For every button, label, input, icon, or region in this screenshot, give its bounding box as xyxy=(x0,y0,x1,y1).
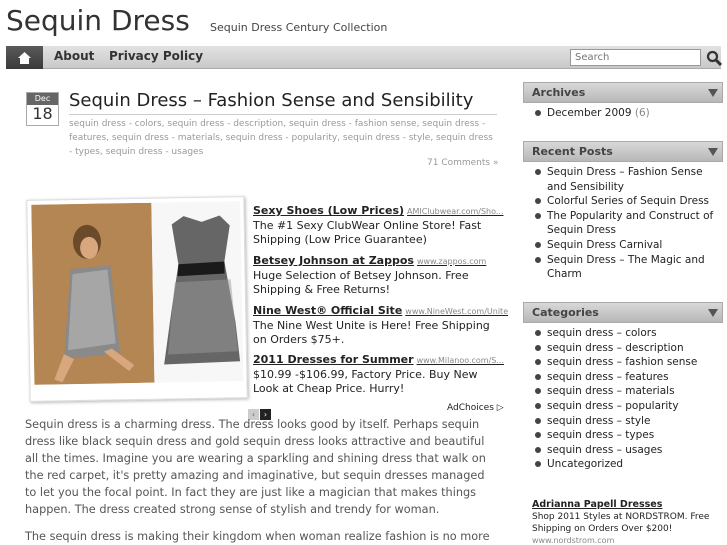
post-paragraph: Sequin dress is a charming dress. The dr… xyxy=(25,418,486,516)
ad-text: $10.99 -$106.99, Factory Price. Buy New … xyxy=(253,368,478,395)
adchoices-link[interactable]: AdChoices ▷ xyxy=(447,403,504,413)
archives-widget-header[interactable]: Archives xyxy=(523,82,723,103)
ad-title-link[interactable]: 2011 Dresses for Summer www.Milanoo.com/S… xyxy=(253,353,504,366)
site-header: Sequin Dress Sequin Dress Century Collec… xyxy=(0,0,727,46)
chevron-down-icon[interactable] xyxy=(708,148,718,156)
recent-post-item[interactable]: The Popularity and Construct of Sequin D… xyxy=(535,209,720,238)
recent-post-item[interactable]: Sequin Dress – Fashion Sense and Sensibi… xyxy=(535,165,720,194)
ad-title[interactable]: Nine West® Official Site xyxy=(253,304,402,317)
site-description: Sequin Dress Century Collection xyxy=(210,21,388,34)
category-item[interactable]: Uncategorized xyxy=(535,457,720,472)
site-title[interactable]: Sequin Dress xyxy=(6,4,190,37)
chevron-down-icon[interactable] xyxy=(708,309,718,317)
recent-post-item[interactable]: Sequin Dress Carnival xyxy=(535,238,720,253)
post-date-day: 18 xyxy=(32,104,53,123)
title-divider xyxy=(69,114,497,115)
ad-text: Huge Selection of Betsey Johnson. Free S… xyxy=(253,269,469,296)
ad-unit[interactable]: 2011 Dresses for Summer www.Milanoo.com/S… xyxy=(253,353,504,396)
archive-item[interactable]: December 2009 (6) xyxy=(535,106,720,121)
search-icon[interactable] xyxy=(706,50,722,66)
sidebar-ad-url[interactable]: www.nordstrom.com xyxy=(532,536,722,545)
recent-post-item[interactable]: Colorful Series of Sequin Dress xyxy=(535,194,720,209)
category-item[interactable]: sequin dress – types xyxy=(535,428,720,443)
ad-title-link[interactable]: Sexy Shoes (Low Prices) AMIClubwear.com/S… xyxy=(253,204,504,217)
ad-unit[interactable]: Nine West® Official Site www.NineWest.com… xyxy=(253,304,508,347)
ad-title-link[interactable]: Betsey Johnson at Zappos www.zappos.com xyxy=(253,254,498,267)
nav-bar: About Privacy Policy xyxy=(6,46,722,69)
ad-url[interactable]: www.NineWest.com/Unite xyxy=(405,307,508,316)
sidebar-ad[interactable]: Adrianna Papell Dresses Shop 2011 Styles… xyxy=(532,499,722,545)
post-title[interactable]: Sequin Dress – Fashion Sense and Sensibi… xyxy=(69,90,473,111)
ad-text: The Nine West Unite is Here! Free Shippi… xyxy=(253,319,490,346)
category-item[interactable]: sequin dress – colors xyxy=(535,326,720,341)
ad-url[interactable]: www.Milanoo.com/S... xyxy=(417,356,504,365)
ad-url[interactable]: AMIClubwear.com/Sho... xyxy=(407,207,503,216)
category-item[interactable]: sequin dress – materials xyxy=(535,384,720,399)
archives-list: December 2009 (6) xyxy=(535,106,720,121)
post-date-badge: Dec 18 xyxy=(26,92,59,126)
categories-list: sequin dress – colors sequin dress – des… xyxy=(535,326,720,472)
category-item[interactable]: sequin dress – style xyxy=(535,414,720,429)
recent-posts-title: Recent Posts xyxy=(532,145,613,158)
post-paragraph: The sequin dress is making their kingdom… xyxy=(25,530,490,543)
category-item[interactable]: sequin dress – features xyxy=(535,370,720,385)
ad-unit[interactable]: Betsey Johnson at Zappos www.zappos.com H… xyxy=(253,254,498,297)
recent-post-item[interactable]: Sequin Dress – The Magic and Charm xyxy=(535,253,720,282)
category-item[interactable]: sequin dress – popularity xyxy=(535,399,720,414)
recent-posts-widget-header[interactable]: Recent Posts xyxy=(523,141,723,162)
recent-posts-list: Sequin Dress – Fashion Sense and Sensibi… xyxy=(535,165,720,282)
nav-about-link[interactable]: About xyxy=(54,49,94,63)
archives-title: Archives xyxy=(532,86,586,99)
ad-title[interactable]: Betsey Johnson at Zappos xyxy=(253,254,414,267)
ad-url[interactable]: www.zappos.com xyxy=(417,257,486,266)
post-photo-frame xyxy=(26,196,248,402)
category-item[interactable]: sequin dress – fashion sense xyxy=(535,355,720,370)
search-input[interactable] xyxy=(570,49,701,66)
sidebar-ad-text: Shop 2011 Styles at NORDSTROM. Free Ship… xyxy=(532,512,710,534)
sidebar-ad-title[interactable]: Adrianna Papell Dresses xyxy=(532,499,722,510)
post-tags-line1[interactable]: sequin dress - colors, sequin dress - de… xyxy=(69,117,497,131)
home-button[interactable] xyxy=(6,46,43,69)
category-item[interactable]: sequin dress – description xyxy=(535,341,720,356)
ad-title-link[interactable]: Nine West® Official Site www.NineWest.com… xyxy=(253,304,508,317)
comments-link[interactable]: 71 Comments » xyxy=(427,158,498,168)
archive-label[interactable]: December 2009 xyxy=(547,107,632,119)
ad-title[interactable]: Sexy Shoes (Low Prices) xyxy=(253,204,404,217)
categories-widget-header[interactable]: Categories xyxy=(523,302,723,323)
ad-title[interactable]: 2011 Dresses for Summer xyxy=(253,353,414,366)
chevron-down-icon[interactable] xyxy=(708,89,718,97)
sequin-dress-photo xyxy=(31,201,244,385)
archive-count: (6) xyxy=(634,107,650,119)
nav-privacy-link[interactable]: Privacy Policy xyxy=(109,49,203,63)
category-item[interactable]: sequin dress – usages xyxy=(535,443,720,458)
post-tags-line2[interactable]: features, sequin dress - materials, sequ… xyxy=(69,131,497,159)
home-icon xyxy=(18,51,31,64)
categories-title: Categories xyxy=(532,306,599,319)
ad-text: The #1 Sexy ClubWear Online Store! Fast … xyxy=(253,219,482,246)
dress-illustration xyxy=(31,201,244,385)
ad-unit[interactable]: Sexy Shoes (Low Prices) AMIClubwear.com/S… xyxy=(253,204,504,247)
